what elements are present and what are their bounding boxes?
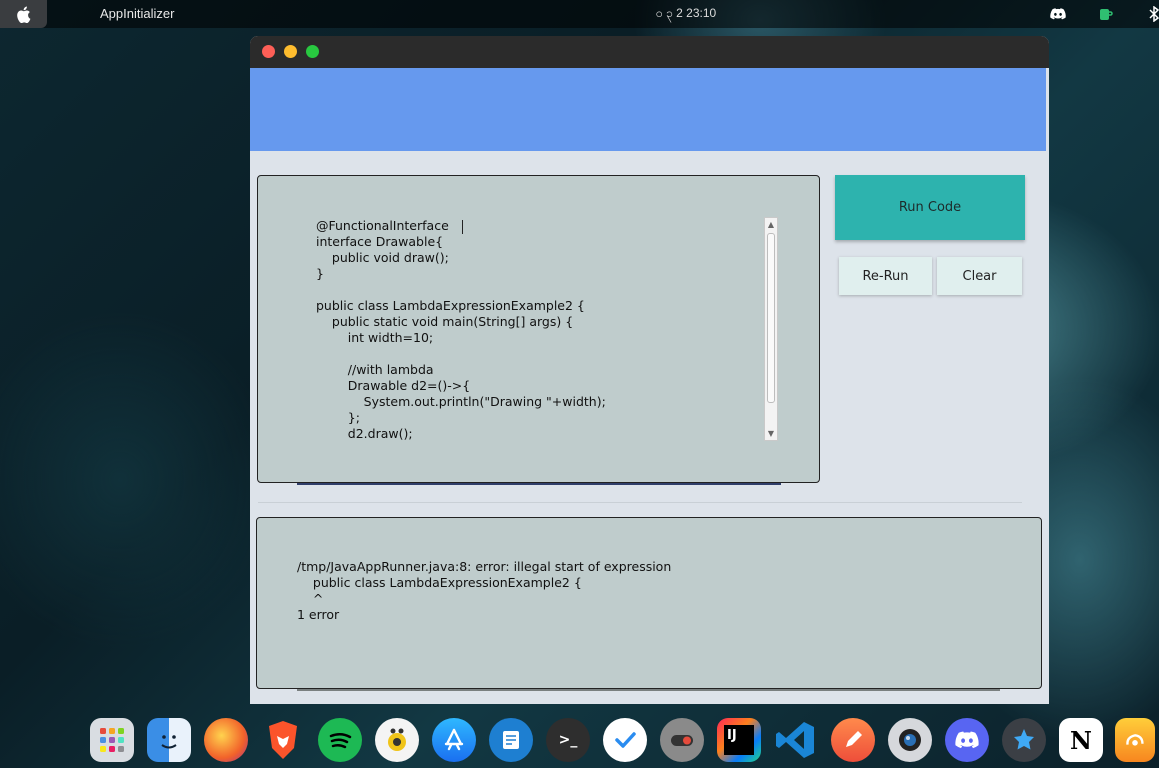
scrollbar-thumb[interactable] [767,233,775,403]
clock[interactable]: ဝ ၃ 2 23:10 [656,5,716,23]
output-text: /tmp/JavaAppRunner.java:8: error: illega… [297,559,672,622]
text-caret [462,220,463,234]
code-editor-text: @FunctionalInterface interface Drawable{… [316,218,606,441]
toggle-app-icon[interactable] [660,718,704,762]
launchpad-icon[interactable] [90,718,134,762]
rerun-button[interactable]: Re-Run [839,257,932,295]
spotify-icon[interactable] [318,718,362,762]
app-store-icon[interactable] [432,718,476,762]
apple-icon [17,6,31,23]
output-underline [297,689,1000,691]
star-app-icon[interactable] [1002,718,1046,762]
scroll-up-arrow-icon[interactable]: ▲ [765,218,777,231]
notion-logo-glyph: N [1070,725,1092,755]
active-app-name[interactable]: AppInitializer [100,6,174,21]
finder-icon[interactable] [147,718,191,762]
firefox-icon[interactable] [204,718,248,762]
intellij-idea-icon[interactable]: IJ [717,718,761,762]
maximize-window-button[interactable] [306,45,319,58]
notion-icon[interactable]: N [1059,718,1103,762]
app-window: @FunctionalInterface interface Drawable{… [250,36,1049,704]
clear-button[interactable]: Clear [937,257,1022,295]
minimize-window-button[interactable] [284,45,297,58]
apple-menu-button[interactable] [0,0,47,28]
discord-tray-icon[interactable] [1050,6,1066,22]
header-banner [250,68,1046,151]
code-editor-scrollbar[interactable]: ▲ ▼ [764,217,778,441]
editor-focus-underline [297,483,781,485]
brave-icon[interactable] [261,718,305,762]
bluetooth-tray-icon[interactable] [1146,6,1159,22]
code-editor-panel[interactable]: @FunctionalInterface interface Drawable{… [257,175,820,483]
terminal-prompt-glyph: >_ [558,732,578,748]
document-viewer-icon[interactable] [489,718,533,762]
scroll-down-arrow-icon[interactable]: ▼ [765,427,777,440]
section-divider [258,502,1022,503]
close-window-button[interactable] [262,45,275,58]
audio-player-icon[interactable] [375,718,419,762]
discord-dock-icon[interactable] [945,718,989,762]
tasks-icon[interactable] [603,718,647,762]
camera-app-icon[interactable] [888,718,932,762]
code-editor[interactable]: @FunctionalInterface interface Drawable{… [316,218,756,442]
vscode-icon[interactable] [774,718,818,762]
weather-app-icon[interactable] [1115,718,1155,762]
drawing-app-icon[interactable] [831,718,875,762]
cup-tray-icon[interactable] [1098,6,1114,22]
output-panel[interactable]: /tmp/JavaAppRunner.java:8: error: illega… [256,517,1042,689]
window-titlebar[interactable] [250,36,1049,68]
menu-bar: AppInitializer ဝ ၃ 2 23:10 [0,0,1159,28]
terminal-icon[interactable]: >_ [546,718,590,762]
run-code-button[interactable]: Run Code [835,175,1025,240]
intellij-logo-mark: IJ [724,725,754,755]
